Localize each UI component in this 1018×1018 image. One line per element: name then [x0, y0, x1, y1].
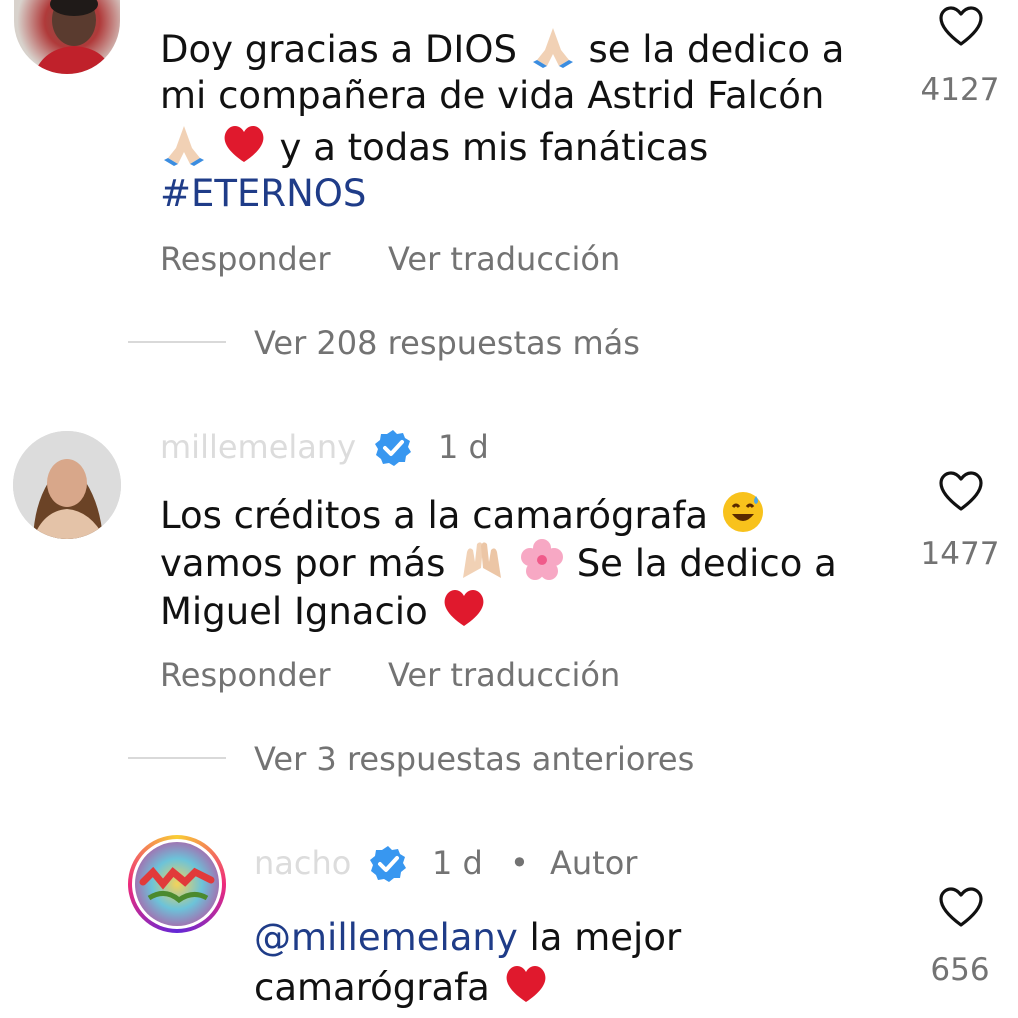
replies-divider	[128, 757, 226, 759]
comment-username[interactable]: nacho	[254, 844, 351, 882]
replies-divider	[128, 341, 226, 343]
view-previous-replies-button[interactable]: Ver 3 respuestas anteriores	[254, 740, 694, 778]
avatar[interactable]	[14, 0, 120, 74]
like-count: 1477	[920, 536, 1000, 572]
like-button[interactable]	[938, 471, 984, 513]
red-heart-emoji	[440, 586, 488, 642]
see-translation-button[interactable]: Ver traducción	[388, 240, 620, 278]
heart-outline-icon	[939, 887, 983, 927]
heart-outline-icon	[939, 6, 983, 46]
verified-badge-icon	[373, 428, 413, 472]
like-count: 656	[930, 952, 990, 988]
red-heart-emoji	[502, 962, 550, 1018]
avatar-photo	[34, 0, 112, 74]
like-button[interactable]	[938, 6, 984, 48]
see-translation-button[interactable]: Ver traducción	[388, 656, 620, 694]
comment-username[interactable]: millemelany	[160, 428, 356, 466]
reply-button[interactable]: Responder	[160, 240, 330, 278]
separator-dot: •	[510, 844, 529, 882]
like-button[interactable]	[938, 887, 984, 929]
avatar[interactable]	[13, 431, 121, 539]
comment-text-line: Miguel Ignacio	[160, 586, 488, 642]
heart-outline-icon	[939, 471, 983, 511]
reply-button[interactable]: Responder	[160, 656, 330, 694]
comment-text-line: Doy gracias a DIOS	[160, 28, 517, 71]
comment-timestamp: 1 d	[432, 844, 483, 882]
view-more-replies-button[interactable]: Ver 208 respuestas más	[254, 324, 640, 362]
comment-text-line: camarógrafa	[254, 962, 550, 1018]
comment-timestamp: 1 d	[438, 428, 489, 466]
comment-text-line: mi compañera de vida Astrid Falcón	[160, 74, 825, 117]
like-count: 4127	[920, 72, 1000, 108]
mention-link[interactable]: @millemelany	[254, 916, 518, 959]
verified-badge-icon	[368, 844, 408, 888]
hashtag-link[interactable]: #ETERNOS	[160, 170, 366, 218]
comment-text: @millemelany la mejor	[254, 916, 682, 959]
author-badge: Autor	[550, 844, 638, 882]
cherry-blossom-emoji	[519, 538, 565, 594]
avatar-photo	[13, 431, 121, 539]
avatar[interactable]	[128, 835, 226, 933]
comment-text-line: se la dedico a	[588, 28, 845, 71]
avatar-photo	[135, 842, 219, 926]
